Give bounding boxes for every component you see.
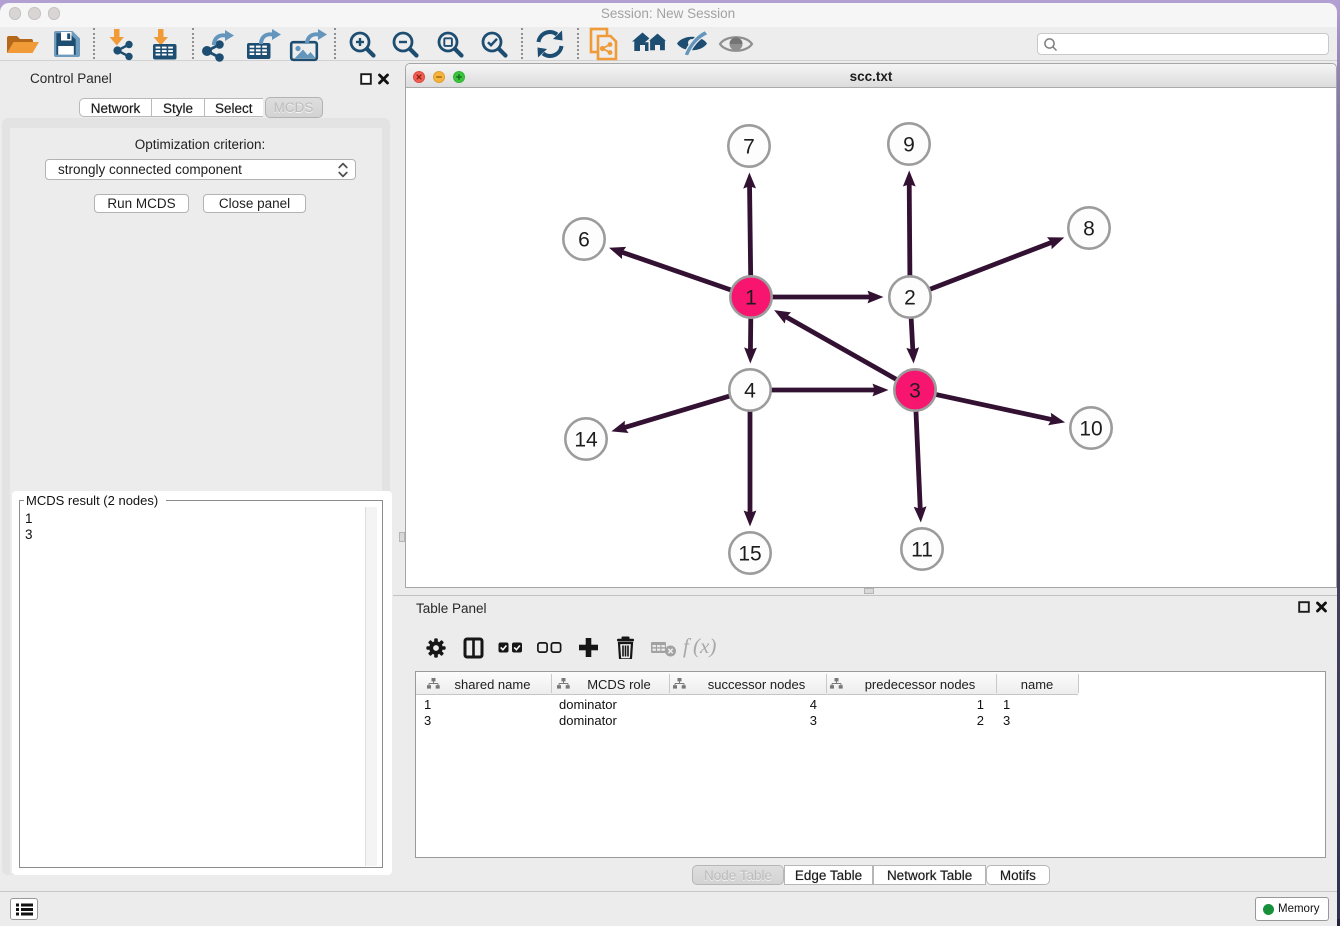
svg-text:6: 6	[578, 229, 590, 252]
svg-text:11: 11	[911, 539, 933, 562]
svg-text:14: 14	[574, 429, 598, 452]
svg-text:8: 8	[1083, 218, 1095, 241]
svg-text:3: 3	[909, 380, 921, 403]
svg-text:1: 1	[745, 287, 757, 310]
svg-text:15: 15	[738, 543, 761, 566]
svg-text:7: 7	[743, 136, 755, 159]
svg-text:4: 4	[744, 380, 756, 403]
svg-text:2: 2	[904, 287, 916, 310]
svg-text:9: 9	[903, 134, 915, 157]
svg-text:10: 10	[1079, 418, 1102, 441]
